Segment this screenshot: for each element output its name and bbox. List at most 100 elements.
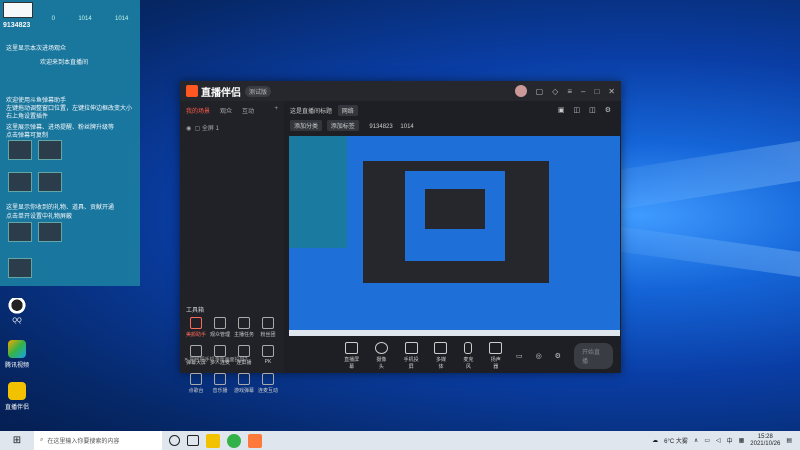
chevron-up-icon[interactable]: ∧ xyxy=(694,437,698,444)
tool-item[interactable]: 点歌台 xyxy=(184,373,208,394)
tool-item[interactable]: PK xyxy=(256,345,280,366)
tencent-video-icon xyxy=(8,340,26,358)
close-icon[interactable]: ✕ xyxy=(608,87,615,96)
desktop-icon-label: 腾讯视频 xyxy=(4,363,29,369)
nested-window xyxy=(363,161,549,283)
lock-icon[interactable]: ◫ xyxy=(573,106,580,114)
microphone-icon xyxy=(464,341,473,354)
live-meta: 添加分类 添加标签 9134823 1014 xyxy=(284,120,621,135)
stat-value: 1014 xyxy=(78,16,92,22)
record-icon[interactable]: ▭ xyxy=(516,352,523,360)
search-box[interactable]: ⌕ 在这里输入你要搜索的内容 xyxy=(34,431,162,450)
speaker-icon xyxy=(489,341,503,354)
desktop-icon-live-companion[interactable]: 直播伴侣 xyxy=(0,382,34,411)
volume-icon[interactable]: ◁ xyxy=(716,437,721,444)
file-explorer-icon[interactable] xyxy=(206,433,220,448)
danmaku-overlay-panel[interactable]: 9134823 0 1014 1014 这里显示本次进场观众 欢迎来到本直播间 … xyxy=(0,0,140,286)
weather-icon[interactable]: ☁ xyxy=(652,437,658,444)
stream-preview[interactable] xyxy=(289,136,620,336)
scene-item[interactable]: ◉ ▢ 全屏 1 xyxy=(180,120,284,135)
app-logo: 直播伴侣 xyxy=(186,84,241,99)
source-button[interactable]: 扬声器 xyxy=(489,341,503,370)
task-view-icon[interactable] xyxy=(187,435,199,446)
desktop-icon-qq[interactable]: QQ xyxy=(0,298,34,324)
thumbnail xyxy=(38,140,62,160)
notification-icon[interactable]: ▤ xyxy=(786,437,792,444)
network-icon[interactable]: ▭ xyxy=(704,437,710,444)
thumbnail xyxy=(8,140,32,160)
tool-item[interactable]: 主播任务 xyxy=(232,317,256,338)
ime-icon[interactable]: ▦ xyxy=(739,437,745,444)
live-companion-window[interactable]: 直播伴侣 测试版 ▢ ◇ ≡ – □ ✕ 我的场景 观众 互动 + ◉ ▢ 全屏… xyxy=(180,81,621,394)
hint-label: 如何把手机游戏画面投屏? xyxy=(189,357,248,363)
beauty-icon xyxy=(190,317,202,329)
pk-icon xyxy=(262,345,274,357)
window-controls: ▢ ◇ ≡ – □ ✕ xyxy=(514,85,615,97)
search-placeholder: 在这里输入你要搜索的内容 xyxy=(47,439,120,445)
tool-item[interactable]: 美颜助手 xyxy=(184,317,208,338)
version-badge: 测试版 xyxy=(245,85,272,97)
overlay-text: 这里显示你收到的礼物、道具、贡献开通 xyxy=(6,205,115,211)
media-icon xyxy=(434,341,448,354)
lock-icon[interactable]: ◫ xyxy=(589,106,596,114)
gift-icon[interactable]: ◇ xyxy=(552,87,558,96)
tag-chip[interactable]: 添加标签 xyxy=(326,120,359,131)
overlay-text: 欢迎来到本直播间 xyxy=(40,60,89,66)
windows-start-icon[interactable]: ⊞ xyxy=(0,435,34,446)
menu-icon[interactable]: ≡ xyxy=(567,87,572,96)
tool-item[interactable]: 连麦互动 xyxy=(256,373,280,394)
tab-interact[interactable]: 互动 xyxy=(242,106,254,115)
source-button[interactable]: 麦克风 xyxy=(461,341,475,370)
live-tag[interactable]: 网络 xyxy=(337,105,358,116)
minimize-icon[interactable]: – xyxy=(581,87,585,96)
gift-icon[interactable]: ▣ xyxy=(558,106,565,114)
monitor-icon xyxy=(345,341,359,354)
camera-icon xyxy=(374,341,388,354)
phone-icon xyxy=(404,341,418,354)
people-icon xyxy=(214,317,226,329)
avatar[interactable] xyxy=(514,85,527,97)
message-icon[interactable]: ▢ xyxy=(536,87,544,96)
nested-preview xyxy=(405,171,505,261)
preview-overlay xyxy=(289,136,347,248)
preview-taskbar xyxy=(289,330,620,336)
add-scene-icon[interactable]: + xyxy=(274,106,278,115)
cortana-icon[interactable] xyxy=(169,435,180,446)
browser-icon[interactable] xyxy=(227,433,241,448)
weather-text[interactable]: 6°C 大雾 xyxy=(664,436,688,445)
app-titlebar[interactable]: 直播伴侣 测试版 ▢ ◇ ≡ – □ ✕ xyxy=(180,81,621,101)
stat-value: 0 xyxy=(51,16,55,22)
tool-item[interactable]: 粉丝团 xyxy=(256,317,280,338)
input-language[interactable]: 中 xyxy=(727,436,733,445)
settings-icon[interactable]: ⚙ xyxy=(605,106,611,114)
room-id: 9134823 xyxy=(369,124,393,130)
source-button[interactable]: 多媒体 xyxy=(434,341,448,370)
tool-item[interactable]: 音乐播 xyxy=(208,373,232,394)
nested-window xyxy=(425,189,485,229)
start-live-button[interactable]: 开始直播 xyxy=(573,342,613,369)
clock[interactable]: 15:28 2021/10/26 xyxy=(750,434,780,448)
source-button[interactable]: 手机投屏 xyxy=(402,341,421,370)
maximize-icon[interactable]: □ xyxy=(594,87,599,96)
category-chip[interactable]: 添加分类 xyxy=(290,120,323,131)
tool-item[interactable]: 观众管理 xyxy=(208,317,232,338)
tab-audience[interactable]: 观众 xyxy=(220,106,232,115)
overlay-text: 右上角设置插件 xyxy=(6,114,49,120)
source-button[interactable]: 直播屏幕 xyxy=(342,341,361,370)
thumbnail xyxy=(38,172,62,192)
main-area: 这是直播间标题 网络 添加分类 添加标签 9134823 1014 ▣ ◫ ◫ ⚙ 直… xyxy=(284,101,621,373)
tool-item[interactable]: 游戏弹幕 xyxy=(232,373,256,394)
eye-icon[interactable]: ◎ xyxy=(536,352,542,360)
hint-text[interactable]: ✕ 如何把手机游戏画面投屏? xyxy=(184,356,247,363)
settings-icon[interactable]: ⚙ xyxy=(555,352,561,360)
preview-tools: ▣ ◫ ◫ ⚙ xyxy=(558,106,611,114)
desktop-icon-tencent-video[interactable]: 腾讯视频 xyxy=(0,340,34,369)
live-title[interactable]: 这是直播间标题 xyxy=(290,109,332,115)
live-companion-taskbar-icon[interactable] xyxy=(248,433,262,448)
thumbnail xyxy=(8,258,32,278)
game-icon xyxy=(238,373,250,385)
tab-scenes[interactable]: 我的场景 xyxy=(186,106,210,115)
source-button[interactable]: 摄像头 xyxy=(374,341,388,370)
overlay-text: 点击单开设置中礼物屏蔽 xyxy=(6,214,73,220)
system-tray: ☁ 6°C 大雾 ∧ ▭ ◁ 中 ▦ 15:28 2021/10/26 ▤ xyxy=(652,434,800,448)
